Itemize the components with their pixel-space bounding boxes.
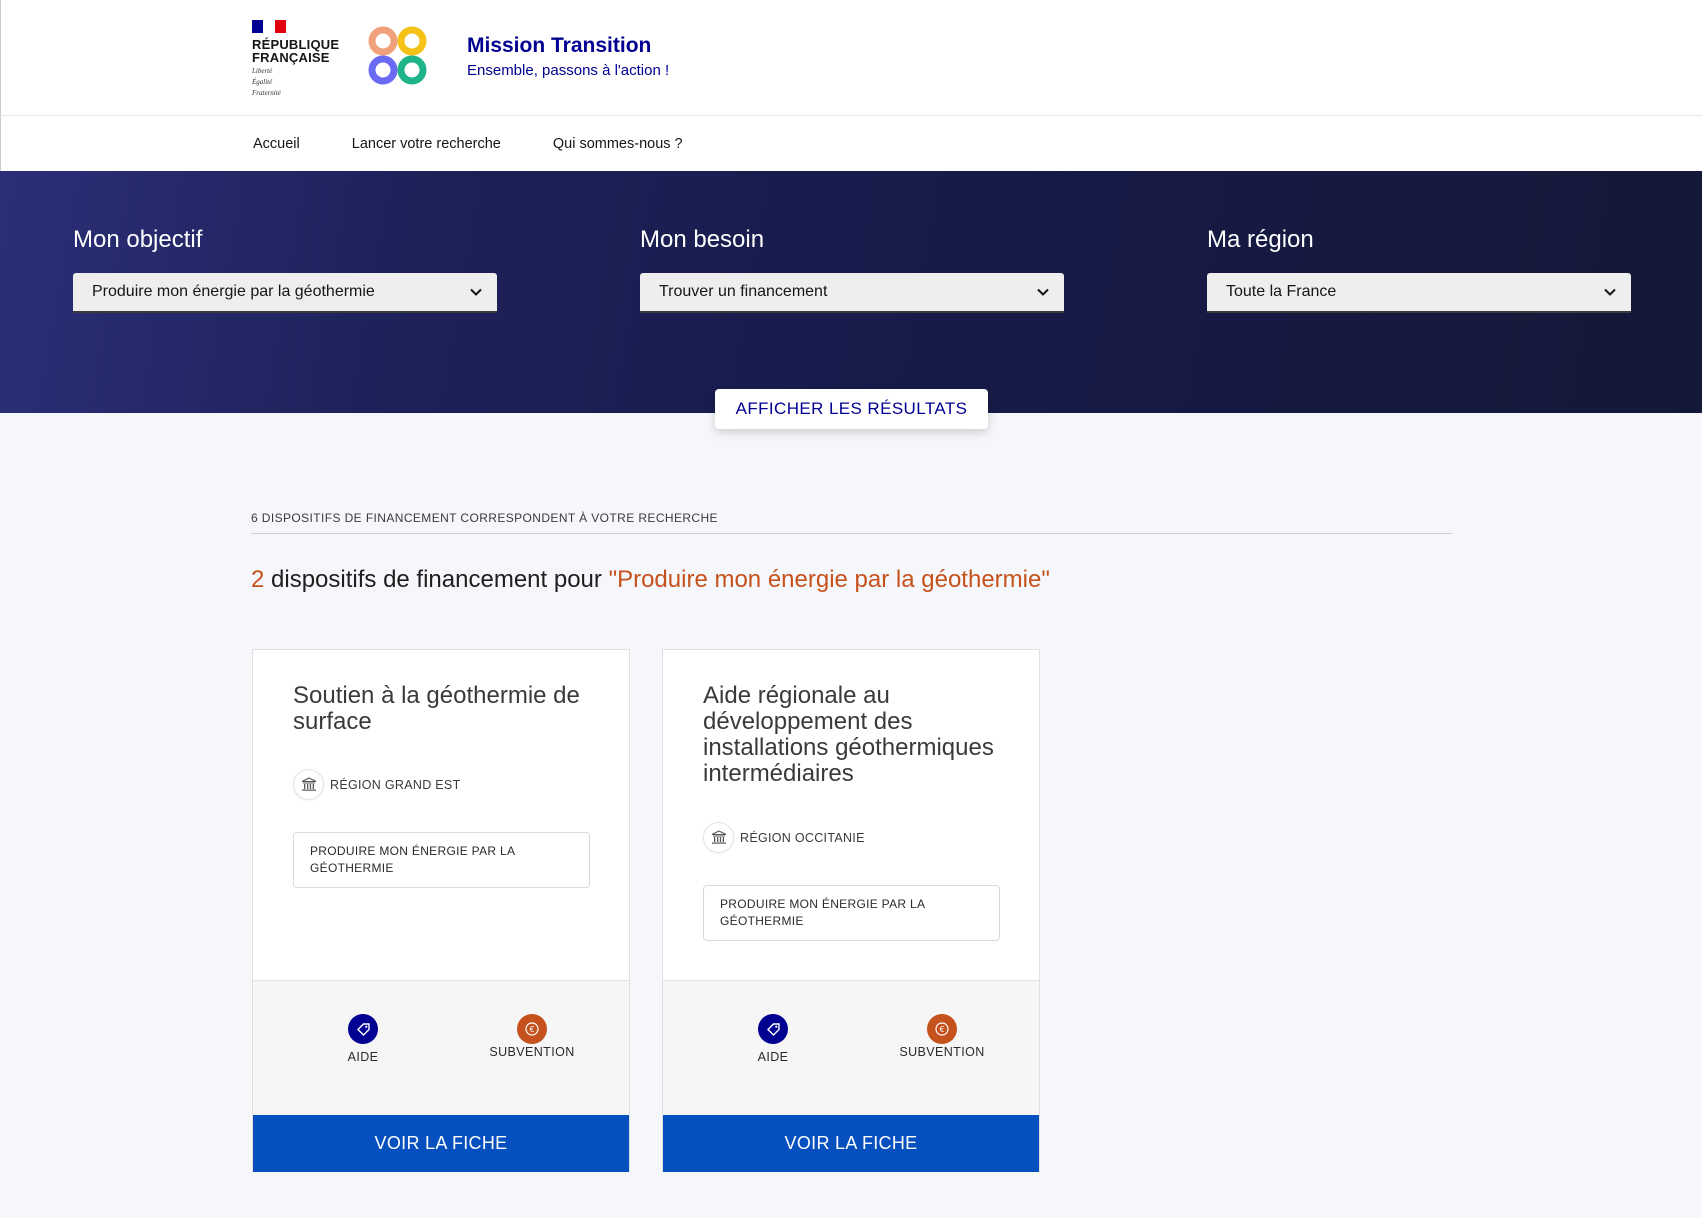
results-title-text: dispositifs de financement pour xyxy=(264,566,609,593)
badge-aide-label: AIDE xyxy=(347,1050,379,1064)
filter-objectif: Mon objectif Produire mon énergie par la… xyxy=(73,225,497,313)
badge-aide: AIDE xyxy=(303,1014,423,1064)
chevron-down-icon xyxy=(1037,288,1049,296)
brand-tagline: Ensemble, passons à l'action ! xyxy=(467,62,670,79)
badge-aide: AIDE xyxy=(713,1014,833,1064)
results-divider xyxy=(251,533,1452,534)
objectif-select-value: Produire mon énergie par la géothermie xyxy=(92,283,375,300)
euro-icon: € xyxy=(517,1014,547,1044)
results-count: 6 DISPOSITIFS DE FINANCEMENT CORRESPONDE… xyxy=(251,511,718,525)
chevron-down-icon xyxy=(470,288,482,296)
region-select-value: Toute la France xyxy=(1226,283,1337,300)
euro-icon: € xyxy=(927,1014,957,1044)
badge-subvention: € SUBVENTION xyxy=(882,1014,1002,1059)
svg-text:€: € xyxy=(939,1025,944,1034)
badge-aide-label: AIDE xyxy=(757,1050,789,1064)
card-title: Soutien à la géothermie de surface xyxy=(293,682,580,735)
site-header: RÉPUBLIQUE FRANÇAISE Liberté Égalité Fra… xyxy=(0,0,1702,116)
card-region-label: RÉGION OCCITANIE xyxy=(740,830,865,845)
search-hero: Mon objectif Produire mon énergie par la… xyxy=(0,171,1702,413)
chevron-down-icon xyxy=(1604,288,1616,296)
badge-subvention-label: SUBVENTION xyxy=(899,1045,985,1059)
result-card: Aide régionale au développement des inst… xyxy=(662,649,1040,1172)
card-region: RÉGION GRAND EST xyxy=(293,769,461,800)
institution-icon xyxy=(703,822,734,853)
filter-region: Ma région Toute la France xyxy=(1207,225,1631,313)
besoin-select-value: Trouver un financement xyxy=(659,283,828,300)
nav-item-qui-sommes-nous[interactable]: Qui sommes-nous ? xyxy=(553,136,683,152)
voir-fiche-button[interactable]: VOIR LA FICHE xyxy=(663,1115,1039,1172)
voir-fiche-button[interactable]: VOIR LA FICHE xyxy=(253,1115,629,1172)
filter-besoin-label: Mon besoin xyxy=(640,226,765,253)
card-footer: AIDE € SUBVENTION xyxy=(663,980,1039,1115)
mission-transition-logo-icon[interactable] xyxy=(367,26,429,86)
results-title-query: "Produire mon énergie par la géothermie" xyxy=(608,566,1050,593)
tag-icon xyxy=(348,1014,378,1044)
republic-line-2: FRANÇAISE xyxy=(252,50,330,65)
card-region-label: RÉGION GRAND EST xyxy=(330,777,461,792)
show-results-button[interactable]: AFFICHER LES RÉSULTATS xyxy=(715,389,988,429)
devise-egalite: Égalité xyxy=(252,78,273,86)
devise-liberte: Liberté xyxy=(252,67,273,75)
objectif-select[interactable]: Produire mon énergie par la géothermie xyxy=(73,273,497,313)
french-flag-icon xyxy=(252,20,286,33)
filter-region-label: Ma région xyxy=(1207,226,1314,253)
nav-item-lancer-recherche[interactable]: Lancer votre recherche xyxy=(352,136,501,152)
tag-icon xyxy=(758,1014,788,1044)
republique-francaise-logo[interactable]: RÉPUBLIQUE FRANÇAISE Liberté Égalité Fra… xyxy=(252,20,342,97)
institution-icon xyxy=(293,769,324,800)
card-objective-tag: PRODUIRE MON ÉNERGIE PAR LA GÉOTHERMIE xyxy=(703,885,1000,941)
svg-text:€: € xyxy=(529,1025,534,1034)
filter-besoin: Mon besoin Trouver un financement xyxy=(640,225,1064,313)
card-objective-tag: PRODUIRE MON ÉNERGIE PAR LA GÉOTHERMIE xyxy=(293,832,590,888)
region-select[interactable]: Toute la France xyxy=(1207,273,1631,313)
badge-subvention: € SUBVENTION xyxy=(472,1014,592,1059)
card-title: Aide régionale au développement des inst… xyxy=(703,682,994,787)
result-card: Soutien à la géothermie de surface RÉGIO… xyxy=(252,649,630,1172)
besoin-select[interactable]: Trouver un financement xyxy=(640,273,1064,313)
filter-objectif-label: Mon objectif xyxy=(73,226,203,253)
brand[interactable]: Mission Transition Ensemble, passons à l… xyxy=(467,33,669,81)
card-region: RÉGION OCCITANIE xyxy=(703,822,865,853)
brand-title: Mission Transition xyxy=(467,34,652,57)
results-title: 2 dispositifs de financement pour "Produ… xyxy=(251,566,1050,594)
results-title-count: 2 xyxy=(251,566,265,593)
card-footer: AIDE € SUBVENTION xyxy=(253,980,629,1115)
badge-subvention-label: SUBVENTION xyxy=(489,1045,575,1059)
main-nav: Accueil Lancer votre recherche Qui somme… xyxy=(0,116,1702,171)
nav-item-accueil[interactable]: Accueil xyxy=(253,136,300,152)
devise-fraternite: Fraternité xyxy=(252,89,281,97)
